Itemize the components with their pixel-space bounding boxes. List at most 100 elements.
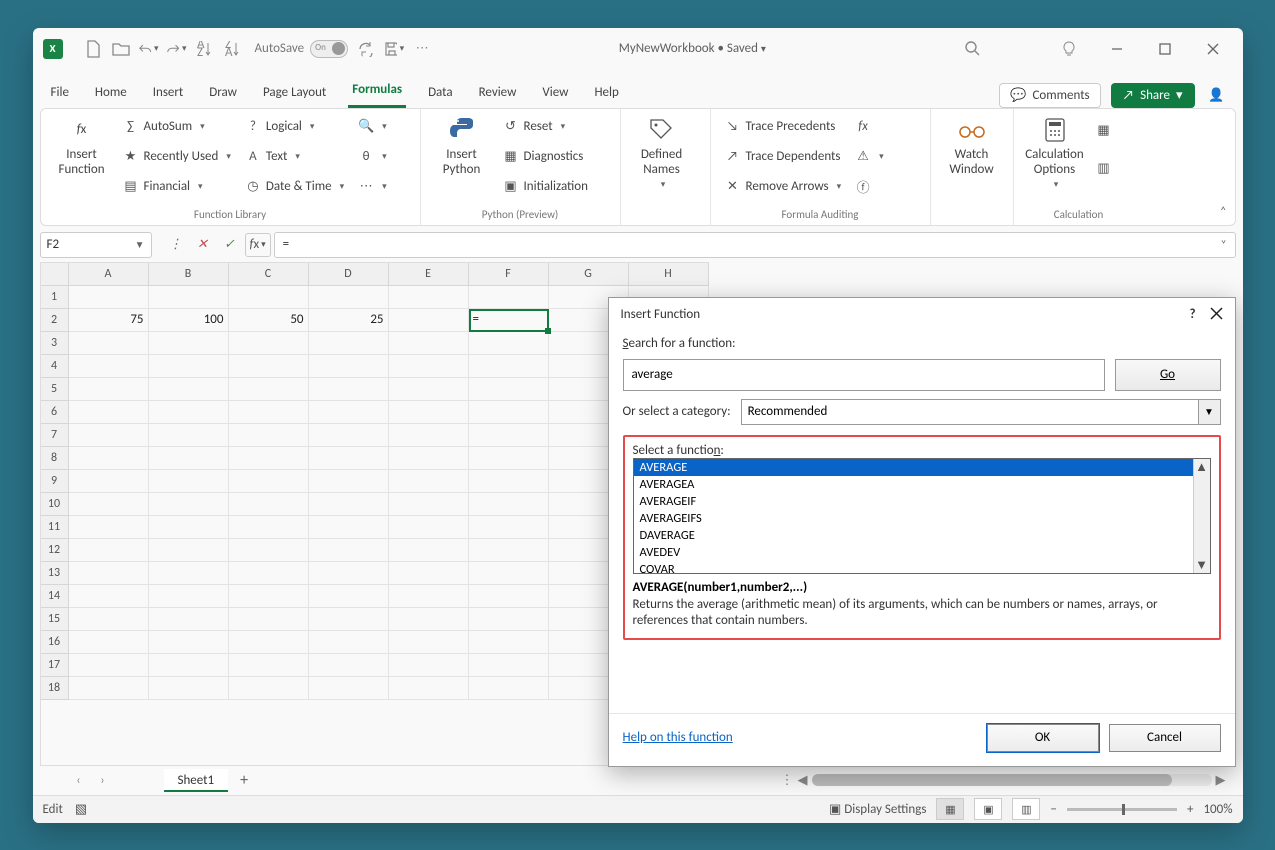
col-header[interactable]: G [549, 263, 629, 286]
row-header[interactable]: 12 [41, 539, 69, 562]
calc-now-button[interactable]: ▦ [1092, 117, 1116, 145]
function-option[interactable]: AVERAGEIF [634, 493, 1210, 510]
cell[interactable] [389, 493, 469, 516]
hscroll-track[interactable] [812, 774, 1212, 786]
insert-function-button[interactable]: fx Insert Function [51, 113, 113, 206]
cell[interactable] [229, 631, 309, 654]
cell[interactable] [469, 286, 549, 309]
col-header[interactable]: F [469, 263, 549, 286]
cell[interactable] [69, 332, 149, 355]
search-icon[interactable] [953, 34, 993, 64]
expand-icon[interactable]: ˅ [1221, 238, 1227, 251]
function-option[interactable]: COVAR [634, 561, 1210, 574]
cell[interactable] [469, 585, 549, 608]
row-header[interactable]: 17 [41, 654, 69, 677]
cell[interactable] [309, 447, 389, 470]
cell[interactable] [309, 608, 389, 631]
row-header[interactable]: 2 [41, 309, 69, 332]
cell[interactable] [309, 677, 389, 700]
diagnostics-button[interactable]: ▦Diagnostics [499, 143, 592, 171]
add-sheet-button[interactable]: + [234, 771, 254, 790]
listbox-scrollbar[interactable]: ▲▼ [1193, 459, 1210, 573]
function-option[interactable]: AVERAGE [634, 459, 1210, 476]
cell[interactable] [69, 378, 149, 401]
cell[interactable] [309, 355, 389, 378]
tab-file[interactable]: File [47, 79, 73, 108]
cell[interactable] [469, 447, 549, 470]
cell[interactable] [309, 516, 389, 539]
cell[interactable] [309, 332, 389, 355]
collapse-ribbon-icon[interactable]: ˄ [1220, 205, 1226, 219]
cell[interactable] [229, 424, 309, 447]
cell[interactable] [229, 470, 309, 493]
cell[interactable] [229, 286, 309, 309]
row-header[interactable]: 6 [41, 401, 69, 424]
cell[interactable] [69, 286, 149, 309]
cell[interactable]: = [469, 309, 549, 332]
cell[interactable] [229, 332, 309, 355]
row-header[interactable]: 4 [41, 355, 69, 378]
go-button[interactable]: Go [1115, 359, 1221, 391]
cell[interactable] [149, 677, 229, 700]
sync-icon[interactable] [356, 40, 376, 58]
cell[interactable]: 100 [149, 309, 229, 332]
maximize-button[interactable] [1145, 34, 1185, 64]
recently-used-button[interactable]: ★Recently Used [119, 143, 235, 171]
cell[interactable] [149, 654, 229, 677]
user-icon[interactable]: 👤 [1205, 88, 1229, 103]
reset-button[interactable]: ↺Reset [499, 113, 592, 141]
row-header[interactable]: 3 [41, 332, 69, 355]
sheet-prev-button[interactable]: ‹ [70, 773, 88, 788]
tab-help[interactable]: Help [590, 79, 622, 108]
sheet-tab[interactable]: Sheet1 [164, 769, 229, 792]
cell[interactable] [229, 654, 309, 677]
autosum-button[interactable]: ∑AutoSum [119, 113, 235, 141]
cell[interactable] [149, 516, 229, 539]
dialog-help-button[interactable]: ? [1189, 307, 1195, 322]
cell[interactable] [149, 608, 229, 631]
cancel-button[interactable]: Cancel [1109, 724, 1221, 752]
confirm-formula-button[interactable]: ✓ [218, 233, 242, 257]
cancel-formula-button[interactable]: ✕ [191, 233, 215, 257]
cell[interactable] [389, 631, 469, 654]
row-header[interactable]: 10 [41, 493, 69, 516]
qat-overflow-icon[interactable]: ⋯ [412, 40, 432, 58]
row-header[interactable]: 7 [41, 424, 69, 447]
cell[interactable] [469, 677, 549, 700]
cell[interactable] [389, 309, 469, 332]
tab-view[interactable]: View [538, 79, 572, 108]
cell[interactable] [149, 470, 229, 493]
text-button[interactable]: AText [241, 143, 348, 171]
sort-desc-icon[interactable]: ZA [223, 40, 243, 58]
cell[interactable] [389, 286, 469, 309]
cell[interactable] [149, 401, 229, 424]
cell[interactable] [149, 585, 229, 608]
calc-sheet-button[interactable]: ▥ [1092, 155, 1116, 183]
cell[interactable] [389, 424, 469, 447]
cell[interactable] [309, 631, 389, 654]
cell[interactable] [389, 585, 469, 608]
cell[interactable] [229, 608, 309, 631]
cell[interactable] [389, 470, 469, 493]
cell[interactable]: 50 [229, 309, 309, 332]
cell[interactable] [149, 539, 229, 562]
ok-button[interactable]: OK [987, 724, 1099, 752]
cell[interactable] [309, 378, 389, 401]
cell[interactable] [469, 654, 549, 677]
cell[interactable] [229, 401, 309, 424]
row-header[interactable]: 14 [41, 585, 69, 608]
tab-insert[interactable]: Insert [149, 79, 188, 108]
function-option[interactable]: AVERAGEIFS [634, 510, 1210, 527]
cell[interactable] [229, 378, 309, 401]
row-header[interactable]: 11 [41, 516, 69, 539]
cell[interactable] [309, 470, 389, 493]
row-header[interactable]: 9 [41, 470, 69, 493]
tab-home[interactable]: Home [91, 79, 131, 108]
cell[interactable] [469, 355, 549, 378]
undo-icon[interactable] [139, 40, 159, 58]
cell[interactable] [469, 631, 549, 654]
cell[interactable] [149, 286, 229, 309]
function-option[interactable]: AVEDEV [634, 544, 1210, 561]
cell[interactable] [469, 378, 549, 401]
cell[interactable] [229, 516, 309, 539]
